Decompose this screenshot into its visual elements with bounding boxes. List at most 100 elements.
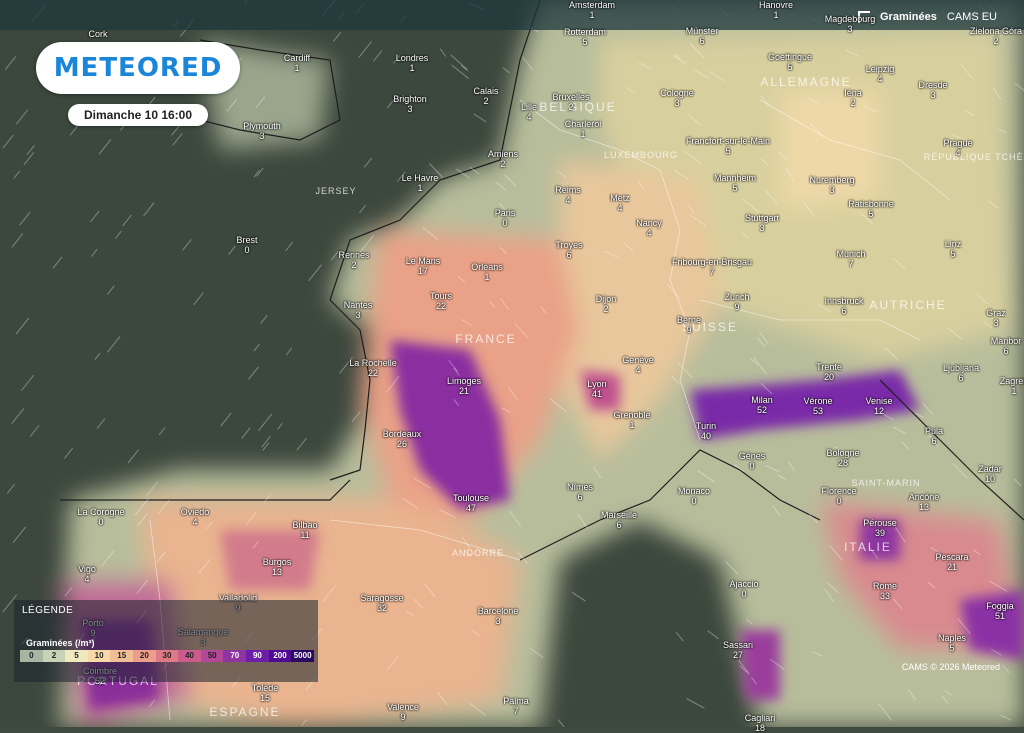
legend-stop: 90 (246, 650, 269, 662)
city-label[interactable]: Gênes 0 (739, 451, 766, 471)
city-label[interactable]: Cardiff 1 (284, 53, 310, 73)
city-label[interactable]: La Corogne 0 (77, 507, 124, 527)
city-label[interactable]: Venise 12 (865, 396, 892, 416)
city-name: Orléans (471, 262, 503, 272)
city-label[interactable]: Leipzig 4 (866, 64, 895, 84)
city-label[interactable]: Plymouth 3 (243, 121, 281, 141)
city-label[interactable]: Marseille 6 (601, 510, 637, 530)
city-label[interactable]: Orléans 1 (471, 262, 503, 282)
city-label[interactable]: Bordeaux 26 (383, 429, 422, 449)
city-label[interactable]: Francfort-sur-le-Main 5 (686, 136, 770, 156)
city-label[interactable]: Pescara 21 (935, 552, 968, 572)
city-name: Londres (395, 53, 429, 63)
city-label[interactable]: Nuremberg 3 (809, 175, 854, 195)
city-label[interactable]: Grenoble 1 (613, 410, 650, 430)
city-label[interactable]: Paris 0 (495, 208, 516, 228)
city-label[interactable]: Londres 1 (396, 53, 429, 73)
city-label[interactable]: Ancône 13 (909, 492, 940, 512)
city-label[interactable]: Münster 6 (686, 26, 719, 46)
city-label[interactable]: Cork (88, 29, 107, 39)
city-label[interactable]: Nantes 3 (344, 300, 373, 320)
city-label[interactable]: Goettingue 5 (768, 52, 812, 72)
city-label[interactable]: Graz 3 (986, 308, 1006, 328)
city-label[interactable]: Le Havre 1 (402, 173, 439, 193)
city-label[interactable]: Genève 4 (622, 355, 654, 375)
city-label[interactable]: Vigo 4 (78, 564, 96, 584)
city-label[interactable]: Tours 22 (430, 291, 452, 311)
city-name: Toulouse (452, 493, 490, 503)
layer-source[interactable]: CAMS EU (947, 11, 997, 23)
city-label[interactable]: Stuttgart 3 (745, 213, 779, 233)
city-label[interactable]: Foggia 51 (986, 601, 1014, 621)
city-label[interactable]: Zurich 9 (724, 292, 749, 312)
city-label[interactable]: Dresde 3 (918, 80, 947, 100)
city-label[interactable]: Lyon 41 (587, 379, 606, 399)
city-label[interactable]: Barcelone 3 (478, 606, 519, 626)
city-label[interactable]: Tolède 15 (252, 683, 279, 703)
city-label[interactable]: Valence 9 (387, 702, 419, 722)
city-label[interactable]: Saragosse 32 (360, 593, 403, 613)
city-label[interactable]: Cagliari 18 (745, 713, 776, 733)
city-label[interactable]: Burgos 13 (263, 557, 292, 577)
city-label[interactable]: Troyes 6 (555, 240, 582, 260)
city-label[interactable]: Dijon 2 (596, 294, 617, 314)
city-label[interactable]: Charleroi 1 (565, 119, 602, 139)
city-label[interactable]: Lille 4 (521, 102, 537, 122)
city-label[interactable]: Calais 2 (473, 86, 498, 106)
city-label[interactable]: Ljubljana 6 (943, 363, 979, 383)
city-label[interactable]: Rome 33 (873, 581, 897, 601)
logo[interactable]: METEORED (36, 42, 240, 94)
layer-active[interactable]: Graminées (880, 11, 937, 23)
city-label[interactable]: Nîmes 6 (567, 482, 593, 502)
city-name: Pescara (935, 552, 969, 562)
city-label[interactable]: Iéna 2 (844, 88, 862, 108)
city-label[interactable]: Naples 5 (938, 633, 966, 653)
city-label[interactable]: Linz 5 (945, 239, 962, 259)
city-label[interactable]: Sassari 27 (723, 640, 753, 660)
city-label[interactable]: Zadar 10 (978, 464, 1002, 484)
city-label[interactable]: Prague 4 (943, 138, 972, 158)
city-label[interactable]: Amsterdam 1 (569, 0, 615, 20)
city-label[interactable]: Magdebourg 3 (825, 14, 876, 34)
city-label[interactable]: Fribourg-en-Brisgau 7 (672, 257, 752, 277)
city-label[interactable]: Oviedo 4 (181, 507, 210, 527)
city-label[interactable]: Bologne 28 (826, 448, 859, 468)
city-label[interactable]: Nancy 4 (636, 218, 662, 238)
city-label[interactable]: Milan 52 (751, 395, 773, 415)
city-label[interactable]: Florence 0 (821, 486, 856, 506)
city-label[interactable]: La Rochelle 22 (349, 358, 397, 378)
city-label[interactable]: Brest 0 (236, 235, 257, 255)
city-label[interactable]: Turin 40 (696, 421, 716, 441)
city-label[interactable]: Mannheim 5 (714, 173, 756, 193)
city-label[interactable]: Trente 20 (816, 362, 842, 382)
city-label[interactable]: Bilbao 11 (292, 520, 317, 540)
city-label[interactable]: Zagreb1 (1000, 376, 1024, 396)
city-label[interactable]: Munich 7 (836, 249, 865, 269)
city-label[interactable]: Bruxelles 2 (552, 92, 589, 112)
city-label[interactable]: Brighton 3 (393, 94, 427, 114)
city-label[interactable]: Pérouse 39 (863, 518, 897, 538)
city-label[interactable]: Reims 4 (555, 185, 581, 205)
city-label[interactable]: Le Mans 17 (406, 256, 441, 276)
city-label[interactable]: Metz 4 (610, 193, 630, 213)
city-label[interactable]: Zielona Góra 2 (970, 26, 1022, 46)
city-label[interactable]: Pula 6 (925, 426, 943, 446)
city-label[interactable]: Vérone 53 (803, 396, 832, 416)
city-value: 2 (850, 98, 856, 108)
city-label[interactable]: Monaco 0 (678, 486, 710, 506)
city-label[interactable]: Rotterdam 5 (564, 27, 606, 47)
city-label[interactable]: Berne 9 (677, 315, 701, 335)
layer-selector[interactable]: Graminées CAMS EU (858, 8, 997, 26)
city-label[interactable]: Maribor 6 (991, 336, 1022, 356)
city-label[interactable]: Limoges 21 (447, 376, 481, 396)
city-label[interactable]: Ajaccio 0 (729, 579, 758, 599)
city-label[interactable]: Hanovre 1 (759, 0, 793, 20)
city-label[interactable]: Cologne 3 (660, 88, 694, 108)
city-label[interactable]: Palma 7 (503, 696, 529, 716)
city-label[interactable]: Rennes 2 (338, 250, 369, 270)
city-label[interactable]: Amiens 2 (488, 149, 518, 169)
date-label[interactable]: Dimanche 10 16:00 (68, 104, 208, 126)
city-label[interactable]: Innsbruck 6 (824, 296, 863, 316)
city-label[interactable]: Toulouse 47 (453, 493, 489, 513)
city-label[interactable]: Ratisbonne 5 (848, 199, 894, 219)
